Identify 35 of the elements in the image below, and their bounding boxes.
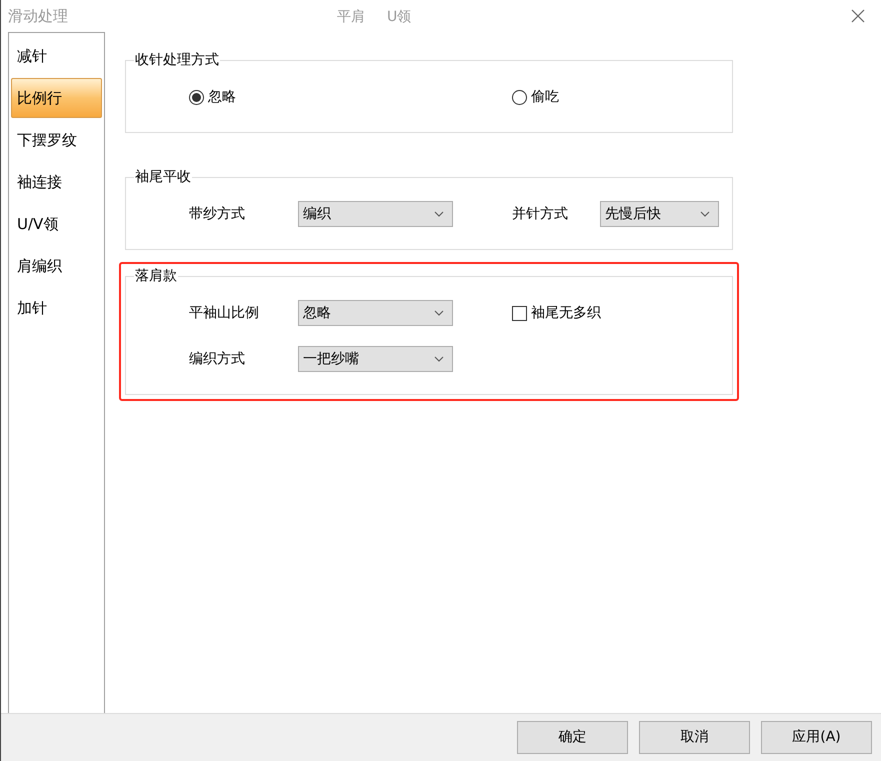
- field-label: 带纱方式: [189, 204, 246, 224]
- sidebar-item[interactable]: 袖连接: [11, 162, 102, 202]
- radio-button[interactable]: [512, 90, 527, 104]
- sidebar-item[interactable]: 加针: [11, 288, 102, 328]
- field-label: 平袖山比例: [189, 304, 260, 322]
- dialog-button[interactable]: 取消: [639, 721, 750, 754]
- dropdown[interactable]: 忽略: [298, 300, 453, 326]
- checkbox[interactable]: [512, 306, 527, 320]
- field-label: 并针方式: [512, 204, 569, 224]
- radio-button[interactable]: [189, 90, 204, 104]
- radio-label: 偷吃: [531, 88, 559, 106]
- sidebar-item[interactable]: 比例行: [11, 78, 102, 118]
- group-title: 收针处理方式: [134, 52, 220, 68]
- group-title: 袖尾平收: [134, 169, 192, 185]
- radio-label: 忽略: [208, 88, 236, 106]
- field-label: 编织方式: [189, 350, 246, 368]
- chevron-down-icon: [434, 310, 444, 316]
- chevron-down-icon: [700, 211, 710, 217]
- sidebar-item[interactable]: U/V领: [11, 204, 102, 244]
- dialog-button[interactable]: 确定: [517, 721, 628, 754]
- title-caption: U领: [387, 8, 412, 27]
- chevron-down-icon: [434, 211, 444, 217]
- sidebar-item[interactable]: 减针: [11, 36, 102, 76]
- dropdown[interactable]: 一把纱嘴: [298, 346, 453, 372]
- sidebar-item[interactable]: 肩编织: [11, 246, 102, 286]
- chevron-down-icon: [434, 356, 444, 362]
- window-title: 滑动处理: [8, 6, 68, 27]
- checkbox-label: 袖尾无多织: [531, 304, 601, 322]
- close-button[interactable]: [849, 7, 867, 25]
- title-caption: 平肩: [337, 8, 365, 27]
- dialog-button[interactable]: 应用(A): [761, 721, 872, 754]
- dropdown[interactable]: 先慢后快: [600, 201, 719, 227]
- dropdown[interactable]: 编织: [298, 201, 453, 227]
- sidebar-item[interactable]: 下摆罗纹: [11, 120, 102, 160]
- group-title: 落肩款: [134, 268, 178, 284]
